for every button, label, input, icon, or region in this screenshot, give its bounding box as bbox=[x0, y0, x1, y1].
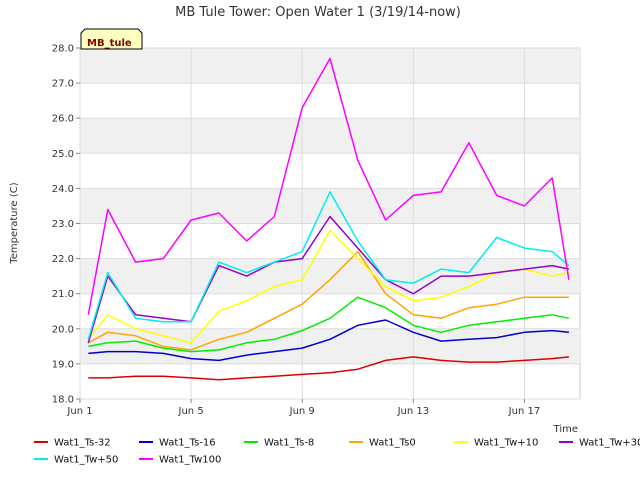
y-tick-label: 19.0 bbox=[52, 359, 74, 370]
x-axis-label: Time bbox=[553, 424, 578, 435]
site-tag: MB_tule bbox=[80, 28, 143, 50]
chart-title: MB Tule Tower: Open Water 1 (3/19/14-now… bbox=[175, 5, 461, 20]
x-tick-label: Jun 9 bbox=[289, 406, 315, 417]
legend-label-wat1-ts-32: Wat1_Ts-32 bbox=[54, 438, 111, 449]
legend-label-wat1-tw-50: Wat1_Tw+50 bbox=[54, 455, 118, 466]
line-chart: MB Tule Tower: Open Water 1 (3/19/14-now… bbox=[9, 5, 640, 466]
legend-label-wat1-ts0: Wat1_Ts0 bbox=[369, 438, 416, 449]
y-tick-label: 22.0 bbox=[52, 254, 74, 265]
x-tick-label: Jun 13 bbox=[397, 406, 430, 417]
y-tick-label: 26.0 bbox=[52, 114, 74, 125]
legend-label-wat1-ts-16: Wat1_Ts-16 bbox=[159, 438, 216, 449]
y-tick-label: 21.0 bbox=[52, 289, 74, 300]
y-tick-label: 25.0 bbox=[52, 149, 74, 160]
legend: Wat1_Ts-32 Wat1_Ts-16 Wat1_Ts-8 Wat1_Ts0 Wat… bbox=[34, 438, 640, 466]
legend-label-wat1-tw-30: Wat1_Tw+30 bbox=[579, 438, 640, 449]
y-tick-label: 20.0 bbox=[52, 324, 74, 335]
legend-label-wat1-tw-10: Wat1_Tw+10 bbox=[474, 438, 538, 449]
y-tick-label: 28.0 bbox=[52, 44, 74, 55]
grid-band bbox=[80, 258, 580, 294]
y-tick-label: 24.0 bbox=[52, 184, 74, 195]
y-tick-label: 27.0 bbox=[52, 79, 74, 90]
x-tick-label: Jun 1 bbox=[66, 406, 92, 417]
y-axis-ticks: 18.0 19.0 20.0 21.0 22.0 23.0 24.0 25.0 26.0 27.0… bbox=[52, 44, 80, 406]
x-tick-label: Jun 5 bbox=[178, 406, 204, 417]
y-tick-label: 23.0 bbox=[52, 219, 74, 230]
y-axis-label: Temperature (C) bbox=[9, 182, 20, 264]
x-axis-ticks: Jun 1 Jun 5 Jun 9 Jun 13 Jun 17 bbox=[66, 399, 540, 417]
y-tick-label: 18.0 bbox=[52, 395, 74, 406]
legend-label-wat1-ts-8: Wat1_Ts-8 bbox=[264, 438, 314, 449]
site-tag-label: MB_tule bbox=[87, 38, 132, 49]
grid-band bbox=[80, 48, 580, 84]
grid-band bbox=[80, 118, 580, 154]
x-tick-label: Jun 17 bbox=[508, 406, 541, 417]
legend-label-wat1-tw100: Wat1_Tw100 bbox=[159, 455, 221, 466]
